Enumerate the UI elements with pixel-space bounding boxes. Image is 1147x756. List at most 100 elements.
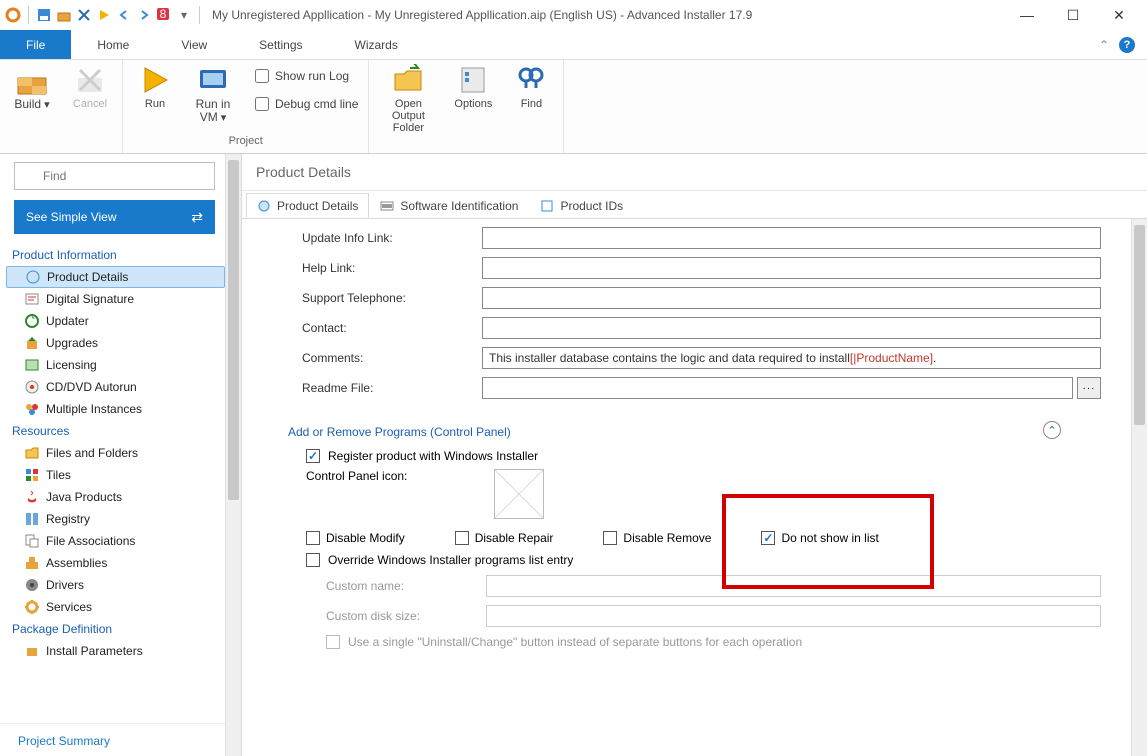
label-override-list: Override Windows Installer programs list… [328,553,573,567]
ribbon: Build ▾ Cancel Run Run in VM ▾ Show run … [0,60,1147,154]
nav-drivers[interactable]: Drivers [6,574,225,596]
cancel-button: Cancel [68,64,112,110]
menu-settings[interactable]: Settings [233,30,328,59]
check-register-product[interactable] [306,449,320,463]
nav-header-package-def: Package Definition [6,618,225,640]
open-output-button[interactable]: Open Output Folder [379,64,437,134]
tab-product-ids[interactable]: Product IDs [529,193,634,218]
nav-header-product-info: Product Information [6,244,225,266]
input-update-info-link[interactable] [482,227,1101,249]
check-disable-remove[interactable] [603,531,617,545]
label-readme: Readme File: [302,381,482,395]
label-comments: Comments: [302,351,482,365]
swap-icon: ⇄ [191,209,203,226]
nav-install-parameters[interactable]: Install Parameters [6,640,225,662]
main-scrollbar[interactable] [1131,219,1147,756]
menu-view[interactable]: View [155,30,233,59]
nav-upgrades[interactable]: Upgrades [6,332,225,354]
input-support-tel[interactable] [482,287,1101,309]
label-update-info-link: Update Info Link: [302,231,482,245]
back-icon[interactable] [115,6,133,24]
options-button[interactable]: Options [451,64,495,110]
nav-tiles[interactable]: Tiles [6,464,225,486]
save-icon[interactable] [35,6,53,24]
forward-icon[interactable] [135,6,153,24]
label-cp-icon: Control Panel icon: [306,469,486,483]
window-controls: ― ☐ ✕ [1013,7,1143,24]
arp-section-title: Add or Remove Programs (Control Panel) ⌃ [242,403,1131,445]
badge-icon[interactable]: 8 [155,6,173,24]
nav-registry[interactable]: Registry [6,508,225,530]
input-contact[interactable] [482,317,1101,339]
check-disable-repair[interactable] [455,531,469,545]
build-icon[interactable] [55,6,73,24]
collapse-ribbon-icon[interactable]: ⌃ [1099,38,1109,52]
nav-updater[interactable]: Updater [6,310,225,332]
menu-file[interactable]: File [0,30,71,59]
input-comments[interactable]: This installer database contains the log… [482,347,1101,369]
see-simple-view-button[interactable]: See Simple View ⇄ [14,200,215,234]
main-header: Product Details [242,154,1147,191]
menu-home[interactable]: Home [71,30,155,59]
find-button[interactable]: Find [509,64,553,110]
input-readme[interactable] [482,377,1073,399]
nav-java-products[interactable]: Java Products [6,486,225,508]
label-single-button: Use a single "Uninstall/Change" button i… [348,635,802,649]
browse-readme-button[interactable]: ··· [1077,377,1101,399]
nav-file-associations[interactable]: File Associations [6,530,225,552]
left-scrollbar[interactable] [225,154,241,756]
label-contact: Contact: [302,321,482,335]
left-nav: 🔍 See Simple View ⇄ Product Information … [0,154,225,756]
label-disable-remove: Disable Remove [623,531,711,545]
cancel-build-icon[interactable] [75,6,93,24]
main-panel: Product Details Product Details Software… [241,154,1147,756]
nav-cd-dvd-autorun[interactable]: CD/DVD Autorun [6,376,225,398]
nav-header-resources: Resources [6,420,225,442]
input-help-link[interactable] [482,257,1101,279]
svg-text:8: 8 [160,7,167,21]
debug-cmd-check[interactable]: Debug cmd line [255,92,358,116]
label-custom-name: Custom name: [326,579,486,593]
project-summary-link[interactable]: Project Summary [0,723,225,756]
check-single-button [326,635,340,649]
detail-tabs: Product Details Software Identification … [242,193,1147,219]
find-input[interactable] [14,162,215,190]
tab-software-identification[interactable]: Software Identification [369,193,529,218]
check-override-list[interactable] [306,553,320,567]
nav-multiple-instances[interactable]: Multiple Instances [6,398,225,420]
close-button[interactable]: ✕ [1105,7,1133,24]
qat-dropdown-icon[interactable]: ▾ [175,6,193,24]
window-title: My Unregistered Appllication - My Unregi… [204,8,1013,22]
run-in-vm-button[interactable]: Run in VM ▾ [191,64,235,124]
app-icon[interactable] [4,6,22,24]
control-panel-icon-picker[interactable] [494,469,544,519]
input-custom-disk [486,605,1101,627]
build-button[interactable]: Build ▾ [10,64,54,111]
label-help-link: Help Link: [302,261,482,275]
nav-digital-signature[interactable]: Digital Signature [6,288,225,310]
minimize-button[interactable]: ― [1013,7,1041,24]
menu-wizards[interactable]: Wizards [329,30,424,59]
nav-assemblies[interactable]: Assemblies [6,552,225,574]
nav-product-details[interactable]: Product Details [6,266,225,288]
run-button[interactable]: Run [133,64,177,110]
menu-bar: File Home View Settings Wizards ⌃ ? [0,30,1147,60]
run-icon[interactable] [95,6,113,24]
label-disable-modify: Disable Modify [326,531,405,545]
quick-access-toolbar: 8 ▾ [4,6,204,24]
nav-licensing[interactable]: Licensing [6,354,225,376]
title-bar: 8 ▾ My Unregistered Appllication - My Un… [0,0,1147,30]
nav-services[interactable]: Services [6,596,225,618]
nav-files-folders[interactable]: Files and Folders [6,442,225,464]
check-disable-modify[interactable] [306,531,320,545]
tab-product-details[interactable]: Product Details [246,193,369,218]
label-register-product: Register product with Windows Installer [328,449,538,463]
show-run-log-check[interactable]: Show run Log [255,64,358,88]
help-icon[interactable]: ? [1119,37,1135,53]
highlight-box [722,494,934,589]
label-support-tel: Support Telephone: [302,291,482,305]
maximize-button[interactable]: ☐ [1059,7,1087,24]
label-disable-repair: Disable Repair [475,531,554,545]
collapse-arp-icon[interactable]: ⌃ [1043,421,1061,439]
label-custom-disk: Custom disk size: [326,609,486,623]
